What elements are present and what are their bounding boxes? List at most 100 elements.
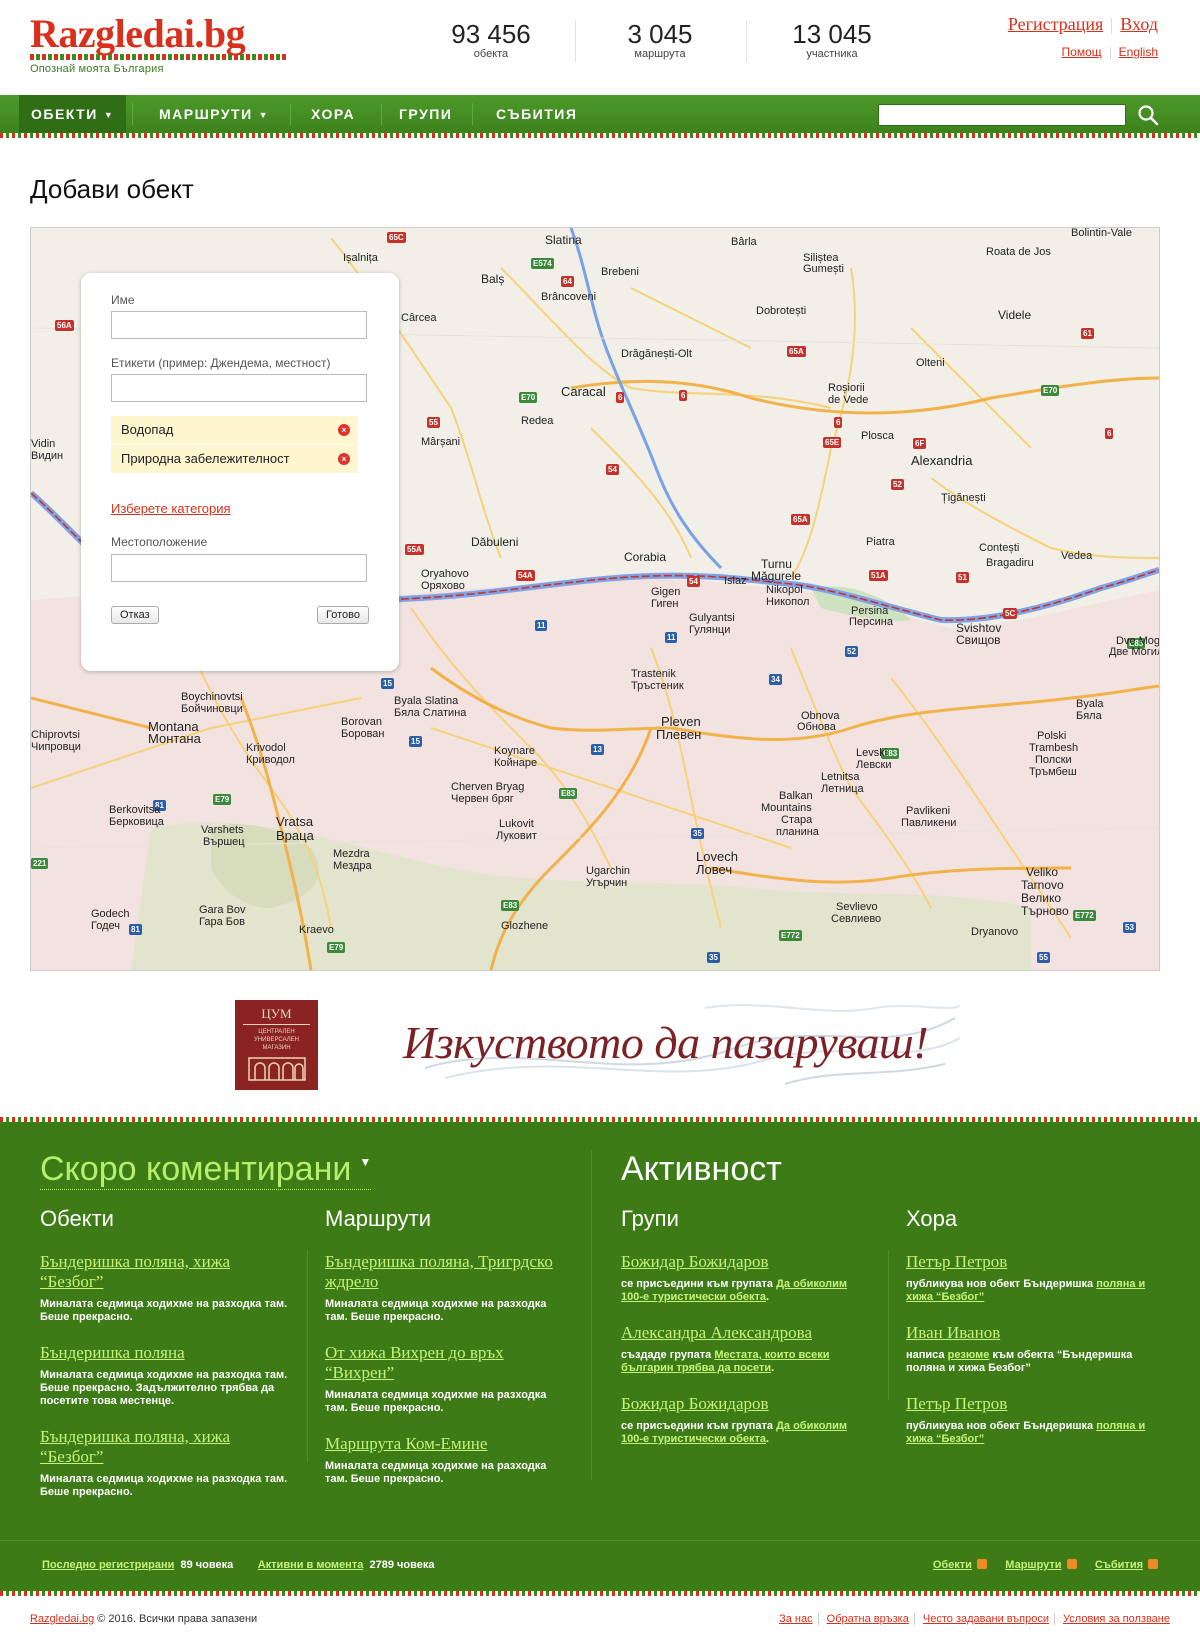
chevron-down-icon: ▼ xyxy=(103,110,115,120)
user-link[interactable]: Петър Петров xyxy=(906,1394,1161,1414)
stat-routes-label: маршрута xyxy=(634,48,686,60)
road-badge: 54A xyxy=(516,570,535,581)
activity-text: се присъедини към групата Да обиколим 10… xyxy=(621,1420,866,1446)
user-link[interactable]: Петър Петров xyxy=(906,1252,1161,1272)
user-link[interactable]: Иван Иванов xyxy=(906,1323,1161,1343)
user-link[interactable]: Александра Александрова xyxy=(621,1323,866,1343)
road-badge: 6 xyxy=(1105,428,1114,439)
user-link[interactable]: Божидар Божидаров xyxy=(621,1394,866,1414)
route-link[interactable]: От хижа Вихрен до връх “Вихрен” xyxy=(325,1343,565,1383)
map-place-label: Balș xyxy=(481,272,505,286)
search-icon[interactable] xyxy=(1136,103,1160,127)
nav-item-label: СЪБИТИЯ xyxy=(496,106,578,122)
list-item: Иван Иванов написа резюме към обекта “Бъ… xyxy=(906,1323,1161,1375)
help-link[interactable]: Помощ xyxy=(1062,45,1102,59)
search-input[interactable] xyxy=(878,104,1126,126)
object-link[interactable]: Бъндеришка поляна, хижа “Безбог” xyxy=(40,1252,290,1292)
road-badge: 61 xyxy=(1081,328,1094,339)
map-place-label: Țigănești xyxy=(941,492,986,504)
list-item: Александра Александрова създаде групата … xyxy=(621,1323,866,1375)
name-field[interactable] xyxy=(111,311,367,339)
map-place-label: Бяла xyxy=(1076,710,1102,722)
terms-link[interactable]: Условия за ползване xyxy=(1063,1613,1170,1625)
choose-category-link[interactable]: Изберете категория xyxy=(111,501,231,516)
english-link[interactable]: English xyxy=(1119,45,1158,59)
rss-routes-link[interactable]: Маршрути xyxy=(1005,1559,1061,1571)
map-place-label: Видин xyxy=(31,450,64,462)
nav-item-events[interactable]: СЪБИТИЯ xyxy=(484,95,589,133)
location-field[interactable] xyxy=(111,554,367,582)
rss-events-link[interactable]: Събития xyxy=(1095,1559,1143,1571)
activity-text: се присъедини към групата Да обиколим 10… xyxy=(621,1278,866,1304)
feedback-link[interactable]: Обратна връзка xyxy=(827,1613,909,1625)
home-link[interactable]: Razgledai.bg xyxy=(30,1613,94,1625)
building-icon xyxy=(247,1057,306,1081)
recent-comments-heading[interactable]: Скоро коментирани ▼ xyxy=(40,1150,372,1190)
map-place-label: Ugarchin xyxy=(586,865,631,877)
stat-objects: 93 456 обекта xyxy=(406,20,576,60)
road-badge: 11 xyxy=(665,632,678,643)
nav-item-routes[interactable]: МАРШРУТИ ▼ xyxy=(147,95,281,133)
route-link[interactable]: Бъндеришка поляна, Тригрдско ждрело xyxy=(325,1252,565,1292)
user-link[interactable]: Божидар Божидаров xyxy=(621,1252,866,1272)
map-place-label: Veliko xyxy=(1026,865,1059,879)
register-link[interactable]: Регистрация xyxy=(1008,14,1103,34)
map-place-label: Стара xyxy=(781,814,813,826)
advertisement-banner[interactable]: ЦУМ ЦЕНТРАЛЕН УНИВЕРСАЛЕН МАГАЗИН Изкуст… xyxy=(235,998,965,1090)
logo-text[interactable]: Razgledai.bg xyxy=(30,12,286,56)
comment-text: Миналата седмица ходихме на разходка там… xyxy=(40,1298,288,1323)
bottom-links: За нас Обратна връзка Често задавани въп… xyxy=(779,1613,1170,1626)
tag-chip: Природна забележителност × xyxy=(111,445,358,473)
rss-objects-link[interactable]: Обекти xyxy=(933,1559,972,1571)
route-link[interactable]: Маршрута Ком-Емине xyxy=(325,1434,565,1454)
road-badge: 5C xyxy=(1003,608,1018,619)
road-badge: 65C xyxy=(387,232,406,243)
login-link[interactable]: Вход xyxy=(1120,14,1158,34)
nav-item-groups[interactable]: ГРУПИ xyxy=(387,95,464,133)
remove-tag-icon[interactable]: × xyxy=(338,424,350,436)
map-place-label: Вършец xyxy=(203,836,245,848)
summary-link[interactable]: резюме xyxy=(948,1349,990,1361)
map-place-label: Boychinovtsi xyxy=(181,691,243,703)
rss-icon[interactable] xyxy=(976,1559,987,1569)
last-registered-link[interactable]: Последно регистрирани xyxy=(42,1559,174,1571)
footer: Скоро коментирани ▼ Активност Обекти Марш… xyxy=(0,1122,1200,1591)
object-link[interactable]: Бъндеришка поляна xyxy=(40,1343,290,1363)
list-item: Божидар Божидаров се присъедини към груп… xyxy=(621,1252,866,1304)
map-place-label: Гулянци xyxy=(689,624,731,636)
rss-icon[interactable] xyxy=(1148,1559,1158,1569)
object-link[interactable]: Бъндеришка поляна, хижа “Безбог” xyxy=(40,1427,290,1467)
page-title: Добави обект xyxy=(30,174,194,204)
map-place-label: Mountains xyxy=(761,802,812,814)
map-place-label: Враца xyxy=(276,828,314,843)
cancel-button[interactable]: Отказ xyxy=(111,606,159,624)
divider xyxy=(913,1613,915,1626)
list-item: Божидар Божидаров се присъедини към груп… xyxy=(621,1394,866,1446)
list-item: Петър Петров публикува нов обект Бъндери… xyxy=(906,1394,1161,1446)
stat-routes-number: 3 045 xyxy=(627,19,693,49)
activity-text-pre: създаде групата xyxy=(621,1349,715,1361)
map-place-label: Redea xyxy=(521,415,554,427)
map[interactable]: 65C E574 64 65A E70 6 6 6 65E 6F E70 6 6… xyxy=(30,227,1160,971)
map-place-label: Krivodol xyxy=(246,742,286,754)
remove-tag-icon[interactable]: × xyxy=(338,453,350,465)
map-place-label: Măgurele xyxy=(751,569,802,583)
road-badge: 11 xyxy=(535,620,548,631)
active-now-link[interactable]: Активни в момента xyxy=(258,1559,364,1571)
activity-text-pre: се присъедини към групата xyxy=(621,1278,777,1290)
tags-field[interactable] xyxy=(111,374,367,402)
nav-item-objects[interactable]: ОБЕКТИ ▼ xyxy=(19,95,127,133)
road-badge: 54 xyxy=(687,576,700,587)
activity-text: публикува нов обект Бъндеришка поляна и … xyxy=(906,1420,1161,1446)
map-place-label: Летница xyxy=(821,783,864,795)
faq-link[interactable]: Често задавани въпроси xyxy=(923,1613,1049,1625)
rss-icon[interactable] xyxy=(1066,1559,1077,1569)
map-place-label: Alexandria xyxy=(911,453,973,468)
about-link[interactable]: За нас xyxy=(779,1613,813,1625)
site-logo[interactable]: Razgledai.bg Опознай моята България xyxy=(30,12,286,75)
done-button[interactable]: Готово xyxy=(317,606,369,624)
map-place-label: Gara Bov xyxy=(199,904,246,916)
nav-pattern xyxy=(0,133,1200,138)
list-item: Маршрута Ком-Емине Миналата седмица ходи… xyxy=(325,1434,565,1486)
nav-item-people[interactable]: ХОРА xyxy=(299,95,367,133)
